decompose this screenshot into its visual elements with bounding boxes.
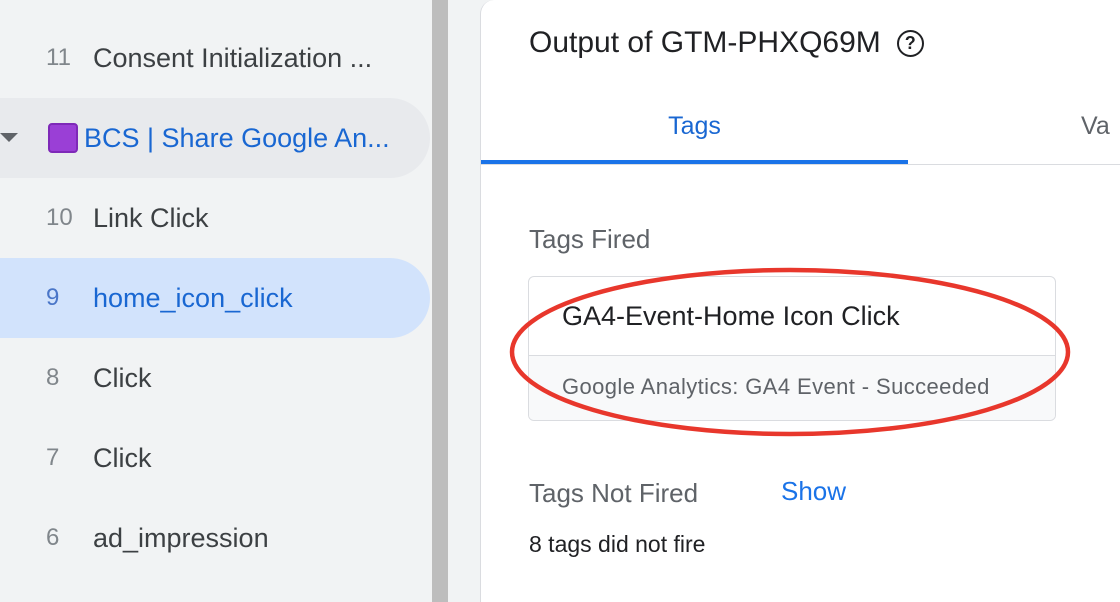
show-not-fired-link[interactable]: Show <box>781 476 846 507</box>
event-number: 9 <box>46 284 60 311</box>
event-number: 10 <box>46 204 73 231</box>
sidebar-item-ad-impression[interactable]: 6 ad_impression <box>0 498 430 578</box>
event-number: 8 <box>46 364 60 391</box>
panel-gutter <box>448 0 480 602</box>
event-label: Link Click <box>93 202 209 233</box>
event-label: home_icon_click <box>93 282 293 313</box>
tab-tags[interactable]: Tags <box>481 88 908 165</box>
panel-title-text: Output of GTM-PHXQ69M <box>529 26 881 59</box>
caret-down-icon[interactable] <box>0 133 18 142</box>
event-label: Click <box>93 362 152 393</box>
tags-fired-heading: Tags Fired <box>529 224 651 254</box>
event-timeline-sidebar: 11 Consent Initialization ... BCS | Shar… <box>0 0 432 602</box>
help-icon[interactable]: ? <box>896 29 924 57</box>
not-fired-summary: 8 tags did not fire <box>529 531 706 557</box>
fired-tag-card[interactable]: GA4-Event-Home Icon Click Google Analyti… <box>528 276 1056 421</box>
active-tab-indicator <box>481 160 908 164</box>
sidebar-item-bcs-share-google[interactable]: BCS | Share Google An... <box>0 98 430 178</box>
event-label: ad_impression <box>93 522 269 553</box>
output-panel: Output of GTM-PHXQ69M ? Tags Va Tags Fir… <box>480 0 1120 602</box>
event-label: Click <box>93 442 152 473</box>
output-tabs: Tags Va <box>481 88 1120 165</box>
fired-tag-status: Google Analytics: GA4 Event - Succeeded <box>562 374 990 399</box>
group-label-wrap: BCS | Share Google An... <box>48 123 390 154</box>
sidebar-item-click-8[interactable]: 8 Click <box>0 338 430 418</box>
event-number: 11 <box>46 44 71 71</box>
event-number: 6 <box>46 524 60 551</box>
sidebar-item-home-icon-click[interactable]: 9 home_icon_click <box>0 258 430 338</box>
panel-title: Output of GTM-PHXQ69M ? <box>529 26 924 60</box>
sidebar-item-link-click[interactable]: 10 Link Click <box>0 178 430 258</box>
sidebar-item-consent-initialization[interactable]: 11 Consent Initialization ... <box>0 18 430 98</box>
event-label: Consent Initialization ... <box>93 42 373 73</box>
sidebar-item-click-7[interactable]: 7 Click <box>0 418 430 498</box>
tab-variables[interactable]: Va <box>1081 88 1120 165</box>
event-group-label: BCS | Share Google An... <box>84 122 390 153</box>
purple-square-icon <box>48 123 78 153</box>
fired-tag-name: GA4-Event-Home Icon Click <box>562 301 900 331</box>
event-number: 7 <box>46 444 60 471</box>
sidebar-scrollbar[interactable] <box>432 0 448 602</box>
tags-not-fired-heading: Tags Not Fired <box>529 478 699 508</box>
